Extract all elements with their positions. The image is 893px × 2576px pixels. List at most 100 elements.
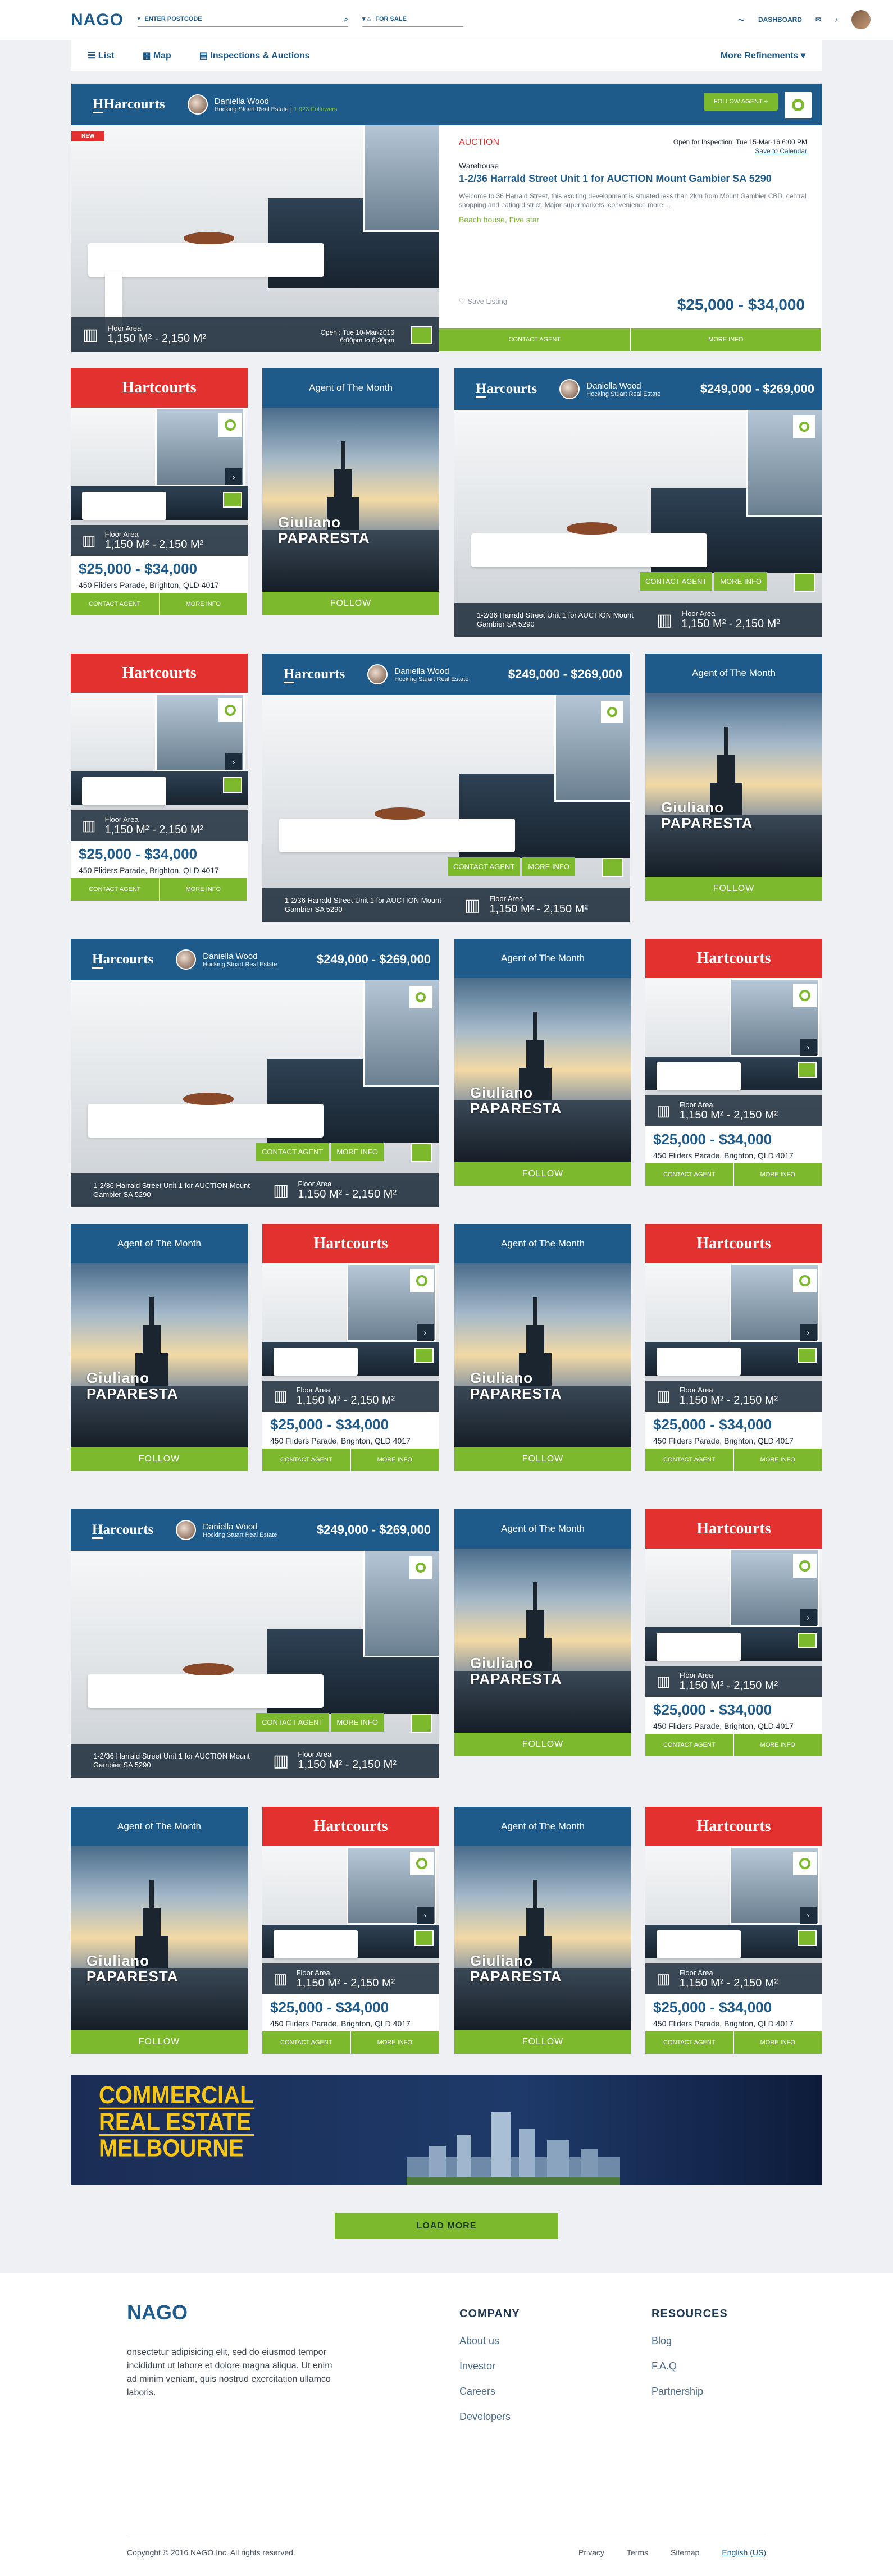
gallery-icon[interactable]	[798, 1062, 817, 1078]
gallery-icon[interactable]	[411, 1714, 432, 1733]
more-info-button[interactable]: MORE INFO	[350, 2031, 439, 2054]
listing-card[interactable]: Hartcourts › ▥ Floor Area 1,150 M² - 2,150…	[71, 654, 248, 901]
listing-card[interactable]: Hartcourts › ▥ Floor Area 1,150 M² - 2,150…	[645, 1509, 822, 1756]
agent-of-month-card[interactable]: Agent of The Month Giuliano PAPARESTA FOL…	[645, 654, 822, 901]
listing-card[interactable]: Hartcourts › ▥ Floor Area 1,150 M² - 2,150…	[262, 1807, 439, 2054]
logo[interactable]: NAGO	[71, 11, 124, 30]
contact-agent-button[interactable]: CONTACT AGENT	[448, 857, 521, 876]
listing-photo[interactable]: CONTACT AGENT MORE INFO 1-2/36 Harrald St…	[454, 410, 822, 637]
more-info-button[interactable]: MORE INFO	[733, 2031, 822, 2054]
chevron-right-icon[interactable]: ›	[417, 1324, 434, 1341]
listing-photo[interactable]: CONTACT AGENT MORE INFO 1-2/36 Harrald St…	[262, 695, 630, 922]
contact-agent-button[interactable]: CONTACT AGENT	[262, 2031, 351, 2054]
contact-agent-button[interactable]: CONTACT AGENT	[645, 1734, 734, 1756]
more-info-button[interactable]: MORE INFO	[159, 878, 248, 901]
more-info-button[interactable]: MORE INFO	[714, 572, 767, 591]
chevron-right-icon[interactable]: ›	[800, 1609, 817, 1626]
agent-of-month-card[interactable]: Agent of The Month Giuliano PAPARESTA FOL…	[454, 939, 631, 1186]
listing-card[interactable]: Hartcourts › ▥ Floor Area 1,150 M² - 2,150…	[645, 939, 822, 1186]
contact-agent-button[interactable]: CONTACT AGENT	[71, 593, 160, 615]
listing-card[interactable]: Hartcourts › ▥ Floor Area 1,150 M² - 2,150…	[262, 1224, 439, 1471]
gallery-icon[interactable]	[602, 858, 623, 877]
tab-list[interactable]: ☰ List	[88, 50, 114, 61]
contact-agent-button[interactable]: CONTACT AGENT	[645, 1163, 734, 1186]
privacy-link[interactable]: Privacy	[578, 2548, 604, 2557]
chevron-right-icon[interactable]: ›	[800, 1324, 817, 1341]
listing-photo[interactable]: › ▥ Floor Area 1,150 M² - 2,150 M²	[262, 1846, 439, 1994]
contact-agent-button[interactable]: CONTACT AGENT	[439, 328, 631, 351]
save-calendar-link[interactable]: Save to Calendar	[755, 147, 807, 155]
chevron-right-icon[interactable]: ›	[417, 1907, 434, 1924]
follow-button[interactable]: FOLLOW	[645, 877, 822, 901]
ad-banner[interactable]: COMMERCIAL REAL ESTATE MELBOURNE	[71, 2075, 822, 2185]
tab-map[interactable]: ▦ Map	[142, 50, 171, 61]
language-select[interactable]: English (US)	[722, 2548, 766, 2557]
contact-agent-button[interactable]: CONTACT AGENT	[645, 1449, 734, 1471]
sale-select[interactable]: ▾ ⌂ FOR SALE	[362, 11, 463, 27]
more-info-button[interactable]: MORE INFO	[331, 1143, 384, 1161]
footer-link[interactable]: About us	[459, 2335, 520, 2347]
wide-listing-card[interactable]: Harcourts Daniella Wood Hocking Stuart Re…	[71, 1509, 439, 1778]
more-info-button[interactable]: MORE INFO	[630, 328, 822, 351]
listing-photo[interactable]: › ▥ Floor Area 1,150 M² - 2,150 M²	[645, 978, 822, 1126]
listing-photo[interactable]: › ▥ Floor Area 1,150 M² - 2,150 M²	[71, 693, 248, 841]
contact-agent-button[interactable]: CONTACT AGENT	[256, 1713, 329, 1732]
follow-button[interactable]: FOLLOW	[454, 1447, 631, 1471]
agent-of-month-card[interactable]: Agent of The Month Giuliano PAPARESTA FOL…	[454, 1509, 631, 1756]
follow-button[interactable]: FOLLOW	[71, 1447, 248, 1471]
wide-listing-card[interactable]: Harcourts Daniella Wood Hocking Stuart Re…	[454, 368, 822, 637]
dashboard-link[interactable]: DASHBOARD	[758, 16, 802, 24]
listing-photo[interactable]: › ▥ Floor Area 1,150 M² - 2,150 M²	[645, 1549, 822, 1697]
contact-agent-button[interactable]: CONTACT AGENT	[645, 2031, 734, 2054]
wide-listing-card[interactable]: Harcourts Daniella Wood Hocking Stuart Re…	[71, 939, 439, 1207]
chevron-right-icon[interactable]: ›	[225, 468, 242, 485]
listing-photo[interactable]: › ▥ Floor Area 1,150 M² - 2,150 M²	[71, 408, 248, 556]
gallery-icon[interactable]	[794, 573, 815, 592]
follow-agent-button[interactable]: FOLLOW AGENT +	[703, 93, 778, 111]
footer-link[interactable]: Careers	[459, 2386, 520, 2397]
footer-link[interactable]: F.A.Q	[651, 2360, 728, 2372]
more-info-button[interactable]: MORE INFO	[522, 857, 575, 876]
follow-button[interactable]: FOLLOW	[71, 2030, 248, 2054]
terms-link[interactable]: Terms	[627, 2548, 648, 2557]
save-listing[interactable]: ♡ Save Listing	[459, 297, 507, 306]
contact-agent-button[interactable]: CONTACT AGENT	[71, 878, 160, 901]
agent-of-month-card[interactable]: Agent of The Month Giuliano PAPARESTA FOL…	[454, 1224, 631, 1471]
search-icon[interactable]: ⌕	[344, 15, 348, 24]
more-refinements[interactable]: More Refinements ▾	[721, 50, 805, 61]
more-info-button[interactable]: MORE INFO	[350, 1449, 439, 1471]
agent-of-month-card[interactable]: Agent of The Month Giuliano PAPARESTA FOL…	[71, 1224, 248, 1471]
load-more-button[interactable]: LOAD MORE	[335, 2213, 558, 2239]
listing-photo[interactable]: › ▥ Floor Area 1,150 M² - 2,150 M²	[645, 1263, 822, 1412]
agent-of-month-card[interactable]: Agent of The Month Giuliano PAPARESTA FOL…	[71, 1807, 248, 2054]
featured-listing[interactable]: HHarcourts Daniella Wood Hocking Stuart …	[71, 83, 822, 352]
bell-icon[interactable]: ♪	[835, 16, 838, 24]
listing-card[interactable]: Hartcourts › ▥ Floor Area 1,150 M² - 2,150…	[645, 1807, 822, 2054]
follow-button[interactable]: FOLLOW	[454, 1733, 631, 1756]
follow-button[interactable]: FOLLOW	[262, 592, 439, 615]
postcode-input[interactable]: ▾ ENTER POSTCODE ⌕	[138, 11, 348, 27]
more-info-button[interactable]: MORE INFO	[733, 1163, 822, 1186]
gallery-icon[interactable]	[411, 1143, 432, 1162]
gallery-icon[interactable]	[414, 1348, 434, 1363]
avatar[interactable]	[851, 10, 871, 29]
agent-of-month-card[interactable]: Agent of The Month Giuliano PAPARESTA FOL…	[454, 1807, 631, 2054]
contact-agent-button[interactable]: CONTACT AGENT	[262, 1449, 351, 1471]
chevron-right-icon[interactable]: ›	[225, 753, 242, 770]
listing-card[interactable]: Hartcourts › ▥ Floor Area 1,150 M² - 2,150…	[71, 368, 248, 615]
follow-button[interactable]: FOLLOW	[454, 2030, 631, 2054]
gallery-icon[interactable]	[411, 326, 432, 344]
gallery-icon[interactable]	[414, 1930, 434, 1946]
chevron-right-icon[interactable]: ›	[800, 1039, 817, 1056]
footer-logo[interactable]: NAGO	[127, 2301, 188, 2324]
gallery-icon[interactable]	[798, 1348, 817, 1363]
follow-button[interactable]: FOLLOW	[454, 1162, 631, 1186]
listing-photo[interactable]: NEW ▥ Floor Area 1,150 M² - 2,150 M² Open…	[71, 125, 439, 352]
agent-of-month-card[interactable]: Agent of The Month Giuliano PAPARESTA FOL…	[262, 368, 439, 615]
contact-agent-button[interactable]: CONTACT AGENT	[256, 1143, 329, 1161]
sitemap-link[interactable]: Sitemap	[671, 2548, 699, 2557]
contact-agent-button[interactable]: CONTACT AGENT	[640, 572, 713, 591]
listing-photo[interactable]: › ▥ Floor Area 1,150 M² - 2,150 M²	[262, 1263, 439, 1412]
gallery-icon[interactable]	[223, 777, 242, 793]
more-info-button[interactable]: MORE INFO	[159, 593, 248, 615]
